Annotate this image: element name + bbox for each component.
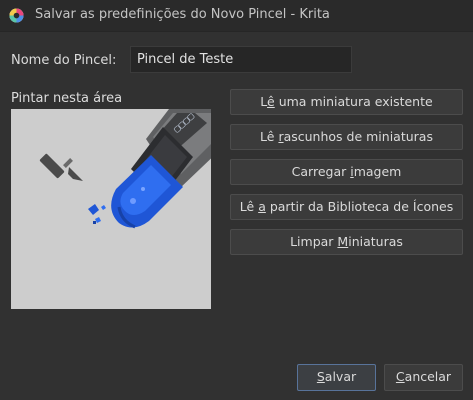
- paintbrush-icon: [39, 153, 83, 181]
- clear-thumbnail-button[interactable]: Limpar Miniaturas: [230, 229, 463, 255]
- save-button[interactable]: Salvar: [297, 364, 376, 391]
- load-existing-thumbnail-button[interactable]: Lê uma miniatura existente: [230, 89, 463, 115]
- thumbnail-image: ▢▢▢▢: [39, 109, 211, 229]
- save-brush-preset-dialog: Salvar as predefinições do Novo Pincel -…: [0, 0, 473, 400]
- brush-name-label: Nome do Pincel:: [11, 53, 117, 68]
- krita-icon: [9, 8, 24, 23]
- thumbnail-paint-canvas[interactable]: ▢▢▢▢: [11, 109, 211, 309]
- window-title: Salvar as predefinições do Novo Pincel -…: [35, 7, 330, 22]
- eraser-crumbs: [88, 204, 106, 224]
- paint-area-label: Pintar nesta área: [11, 91, 123, 106]
- load-scratchpad-thumbnail-button[interactable]: Lê rascunhos de miniaturas: [230, 124, 463, 150]
- cancel-button[interactable]: Cancelar: [384, 364, 463, 391]
- title-bar: Salvar as predefinições do Novo Pincel -…: [0, 0, 473, 32]
- load-from-icon-library-button[interactable]: Lê a partir da Biblioteca de Ícones: [230, 194, 463, 220]
- load-image-button[interactable]: Carregar imagem: [230, 159, 463, 185]
- eraser-icon: ▢▢▢▢: [111, 109, 211, 229]
- brush-name-input[interactable]: [130, 46, 352, 73]
